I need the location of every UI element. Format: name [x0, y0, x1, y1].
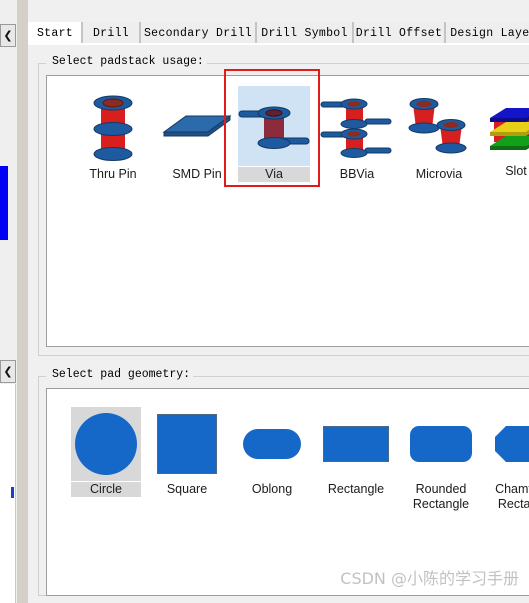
geometry_group-item-label-line2: Rectangle: [412, 497, 470, 511]
smd-pin-icon: [157, 86, 237, 166]
padstack-usage-groupbox: Select padstack usage: Thru Pin SMD Pin Vi…: [38, 55, 529, 356]
padstack_group-item-bbvia[interactable]: BBVia: [319, 86, 395, 182]
padstack_group-item-label: Microvia: [415, 167, 463, 181]
geometry_group-item-circle[interactable]: Circle: [71, 407, 141, 497]
geometry_group-item-label: Rounded: [415, 482, 467, 496]
geometry_group-item-label: Square: [166, 482, 208, 496]
microvia-icon: [401, 86, 477, 166]
circle-shape-icon: [71, 407, 141, 481]
bbvia-icon: [319, 86, 395, 166]
padstack_group-item-label: Slot: [505, 164, 527, 178]
tab-bar: Start Drill Secondary Drill Drill Symbol Dri…: [28, 22, 529, 44]
padstack-usage-label: Select padstack usage:: [49, 55, 207, 68]
geometry_group-item-label: Oblong: [251, 482, 293, 496]
padstack-editor-dialog: Start Drill Secondary Drill Drill Symbol Dri…: [28, 0, 529, 603]
padstack_group-item-thru-pin[interactable]: Thru Pin: [77, 86, 149, 182]
geometry_group-item-label: Rectangle: [327, 482, 385, 496]
geometry_group-item-rectangle[interactable]: Rectangle: [317, 407, 395, 497]
geometry_group-item-square[interactable]: Square: [152, 407, 222, 497]
tab-content-start: Select padstack usage: Thru Pin SMD Pin Vi…: [28, 44, 529, 603]
left-dock-gutter: [17, 0, 28, 603]
padstack_group-item-label: Via: [238, 167, 310, 182]
left-dock-blue-tick: [11, 487, 14, 498]
geometry_group-item-label: Circle: [71, 482, 141, 497]
padstack_group-item-microvia[interactable]: Microvia: [401, 86, 477, 182]
padstack_group-item-label: SMD Pin: [172, 167, 222, 181]
geometry_group-item-oblong[interactable]: Oblong: [237, 407, 307, 497]
padstack_group-item-smd-pin[interactable]: SMD Pin: [157, 86, 237, 182]
padstack_group-item-via[interactable]: Via: [238, 86, 310, 182]
oblong-shape-icon: [237, 407, 307, 481]
tab-drill-symbol[interactable]: Drill Symbol: [256, 22, 353, 44]
geometry_group-item-label: Chamfered: [495, 482, 529, 496]
padstack_group-item-slot[interactable]: Slot: [484, 91, 529, 179]
slot-icon: [484, 91, 529, 163]
via-icon: [238, 86, 310, 166]
geometry_group-item-rounded-rectangle[interactable]: Rounded Rectangle: [402, 407, 480, 512]
tab-start[interactable]: Start: [28, 22, 82, 44]
collapse-panel-top-button[interactable]: ❮: [0, 24, 16, 47]
rectangle-shape-icon: [317, 407, 395, 481]
geometry_group-item-label-line2: Rectangle: [497, 497, 529, 511]
tab-drill-offset[interactable]: Drill Offset: [353, 22, 445, 44]
left-dock-blue-indicator: [0, 166, 8, 240]
tab-secondary-drill[interactable]: Secondary Drill: [140, 22, 256, 44]
csdn-watermark: CSDN @小陈的学习手册: [340, 569, 519, 588]
pad-geometry-label: Select pad geometry:: [49, 368, 194, 381]
chamfered-rectangle-shape-icon: [487, 407, 529, 481]
geometry_group-item-chamfered-rectangle[interactable]: ChamferedRectangle: [487, 407, 529, 512]
rounded-rectangle-shape-icon: [402, 407, 480, 481]
padstack_group-item-label: BBVia: [339, 167, 375, 181]
tab-design-layers[interactable]: Design Layers: [445, 22, 529, 44]
pad-geometry-groupbox: Select pad geometry: Circle Square Oblong R…: [38, 368, 529, 596]
tab-drill[interactable]: Drill: [82, 22, 140, 44]
thru-pin-icon: [77, 86, 149, 166]
padstack_group-item-label: Thru Pin: [89, 167, 137, 181]
padstack-usage-panel: Thru Pin SMD Pin Via BBVia Microvia Slot: [46, 75, 529, 347]
square-shape-icon: [152, 407, 222, 481]
collapse-panel-middle-button[interactable]: ❮: [0, 360, 16, 383]
left-dock-strip: ❮ ❮: [0, 0, 17, 603]
